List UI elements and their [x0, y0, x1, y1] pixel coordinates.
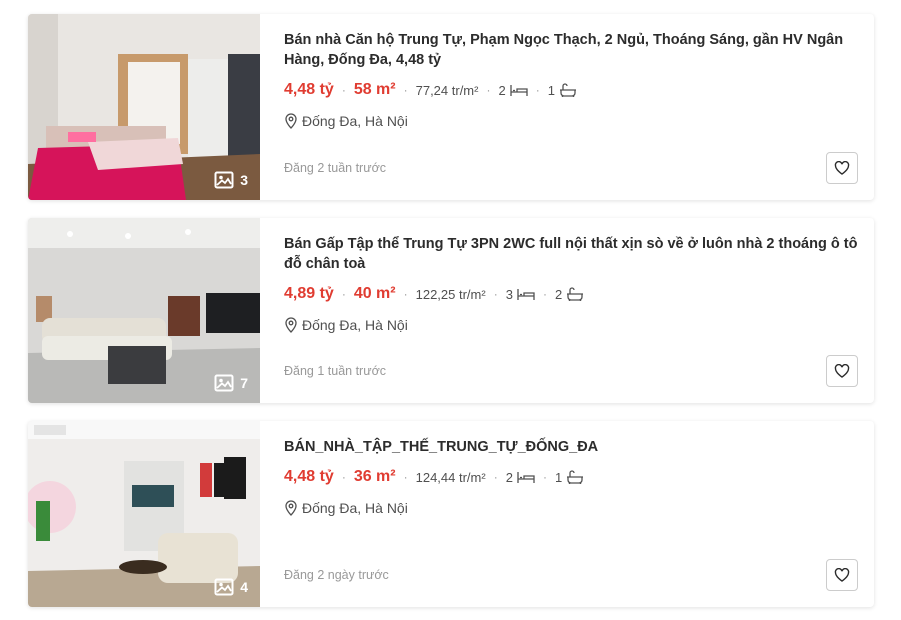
favorite-button[interactable]	[826, 355, 858, 387]
listing-title[interactable]: Bán nhà Căn hộ Trung Tự, Phạm Ngọc Thạch…	[284, 30, 858, 70]
separator-dot: ·	[493, 470, 498, 484]
listing-thumbnail[interactable]: 7	[28, 218, 260, 403]
listing-thumbnail[interactable]: 3	[28, 14, 260, 200]
bedroom-count: 2	[498, 83, 528, 98]
favorite-button[interactable]	[826, 152, 858, 184]
photo-count-badge[interactable]: 4	[214, 578, 248, 596]
listing-price: 4,48 tỷ	[284, 468, 334, 485]
heart-icon	[834, 364, 850, 378]
bathroom-count: 1	[555, 470, 584, 485]
separator-dot: ·	[403, 470, 408, 484]
posted-time: Đăng 2 ngày trước	[284, 568, 389, 582]
separator-dot: ·	[542, 470, 547, 484]
listing-area: 58 m²	[353, 81, 396, 98]
separator-dot: ·	[535, 83, 540, 97]
photo-count: 7	[240, 375, 248, 391]
bed-icon	[517, 289, 535, 300]
location-pin-icon	[285, 113, 297, 129]
separator-dot: ·	[403, 83, 408, 97]
listing-location: Đống Đa, Hà Nội	[284, 500, 408, 516]
separator-dot: ·	[341, 470, 346, 484]
listing-price: 4,48 tỷ	[284, 81, 334, 98]
separator-dot: ·	[341, 83, 346, 97]
location-pin-icon	[285, 500, 297, 516]
price-per-m2: 77,24 tr/m²	[415, 82, 479, 98]
listing-location: Đống Đa, Hà Nội	[284, 113, 408, 129]
bathtub-icon	[559, 83, 576, 97]
bathtub-icon	[567, 287, 584, 301]
photo-count-badge[interactable]: 3	[214, 171, 248, 189]
listing-thumbnail[interactable]: 4	[28, 421, 260, 607]
listing-price: 4,89 tỷ	[284, 285, 334, 302]
bathroom-count: 2	[555, 287, 584, 302]
listing-title[interactable]: Bán Gấp Tập thể Trung Tự 3PN 2WC full nộ…	[284, 234, 858, 274]
listing-location: Đống Đa, Hà Nội	[284, 317, 408, 333]
image-icon	[214, 374, 234, 392]
heart-icon	[834, 568, 850, 582]
photo-count-badge[interactable]: 7	[214, 374, 248, 392]
bedroom-count: 3	[506, 287, 535, 302]
listing-card[interactable]: 4 BÁN_NHÀ_TẬP_THẾ_TRUNG_TỰ_ĐỐNG_ĐA 4,48 …	[28, 421, 874, 607]
image-icon	[214, 578, 234, 596]
price-per-m2: 122,25 tr/m²	[415, 286, 486, 302]
posted-time: Đăng 2 tuần trước	[284, 161, 387, 175]
separator-dot: ·	[341, 287, 346, 301]
separator-dot: ·	[486, 83, 491, 97]
posted-time: Đăng 1 tuần trước	[284, 364, 387, 378]
heart-icon	[834, 161, 850, 175]
listing-card[interactable]: 3 Bán nhà Căn hộ Trung Tự, Phạm Ngọc Thạ…	[28, 14, 874, 200]
listing-card[interactable]: 7 Bán Gấp Tập thể Trung Tự 3PN 2WC full …	[28, 218, 874, 403]
separator-dot: ·	[493, 287, 498, 301]
image-icon	[214, 171, 234, 189]
photo-count: 4	[240, 579, 248, 595]
bathtub-icon	[567, 470, 584, 484]
location-text: Đống Đa, Hà Nội	[302, 500, 408, 516]
photo-count: 3	[240, 172, 248, 188]
location-pin-icon	[285, 317, 297, 333]
bed-icon	[510, 85, 528, 96]
bed-icon	[517, 472, 535, 483]
price-per-m2: 124,44 tr/m²	[415, 469, 486, 485]
separator-dot: ·	[403, 287, 408, 301]
separator-dot: ·	[542, 287, 547, 301]
listing-area: 36 m²	[353, 468, 396, 485]
bathroom-count: 1	[548, 83, 577, 98]
bedroom-count: 2	[506, 470, 535, 485]
listing-title[interactable]: BÁN_NHÀ_TẬP_THẾ_TRUNG_TỰ_ĐỐNG_ĐA	[284, 437, 858, 457]
location-text: Đống Đa, Hà Nội	[302, 317, 408, 333]
listing-area: 40 m²	[353, 285, 396, 302]
favorite-button[interactable]	[826, 559, 858, 591]
location-text: Đống Đa, Hà Nội	[302, 113, 408, 129]
